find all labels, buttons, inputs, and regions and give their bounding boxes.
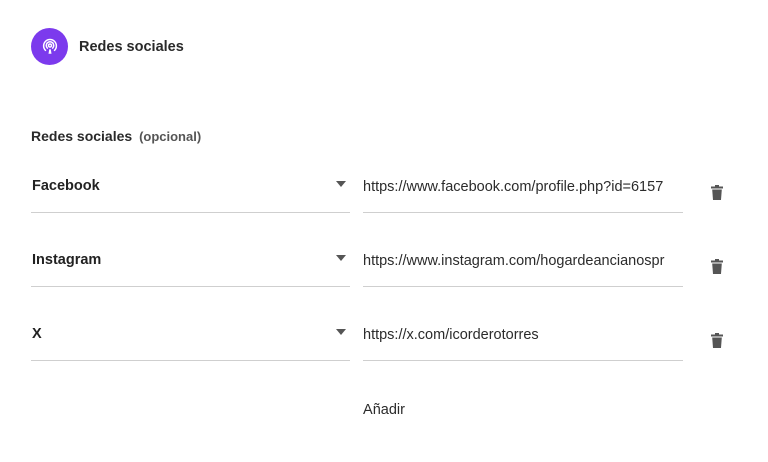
section-title: Redes sociales: [79, 38, 184, 55]
delete-button[interactable]: [707, 255, 727, 277]
network-select-value: Facebook: [32, 178, 100, 194]
trash-icon: [711, 184, 723, 200]
delete-button[interactable]: [707, 181, 727, 203]
social-networks-section: Redes sociales Redes sociales (opcional)…: [0, 0, 768, 462]
network-select-value: X: [32, 326, 42, 342]
url-field: [363, 167, 683, 213]
network-select[interactable]: Facebook: [31, 167, 350, 213]
trash-icon: [711, 332, 723, 348]
section-header: Redes sociales: [31, 28, 184, 65]
url-field: [363, 241, 683, 287]
field-label: Redes sociales (opcional): [31, 128, 201, 144]
field-label-text: Redes sociales: [31, 128, 133, 144]
caret-down-icon: [336, 329, 346, 335]
add-button[interactable]: Añadir: [340, 396, 428, 424]
caret-down-icon: [336, 255, 346, 261]
field-optional-hint: (opcional): [139, 129, 202, 144]
url-field: [363, 315, 683, 361]
social-row: Instagram: [0, 241, 768, 295]
delete-button[interactable]: [707, 329, 727, 351]
url-input[interactable]: [363, 324, 683, 346]
social-row: Facebook: [0, 167, 768, 221]
network-select[interactable]: Instagram: [31, 241, 350, 287]
broadcast-icon: [31, 28, 68, 65]
network-select-value: Instagram: [32, 252, 102, 268]
trash-icon: [711, 258, 723, 274]
caret-down-icon: [336, 181, 346, 187]
network-select[interactable]: X: [31, 315, 350, 361]
url-input[interactable]: [363, 250, 683, 272]
url-input[interactable]: [363, 176, 683, 198]
social-row: X: [0, 315, 768, 369]
